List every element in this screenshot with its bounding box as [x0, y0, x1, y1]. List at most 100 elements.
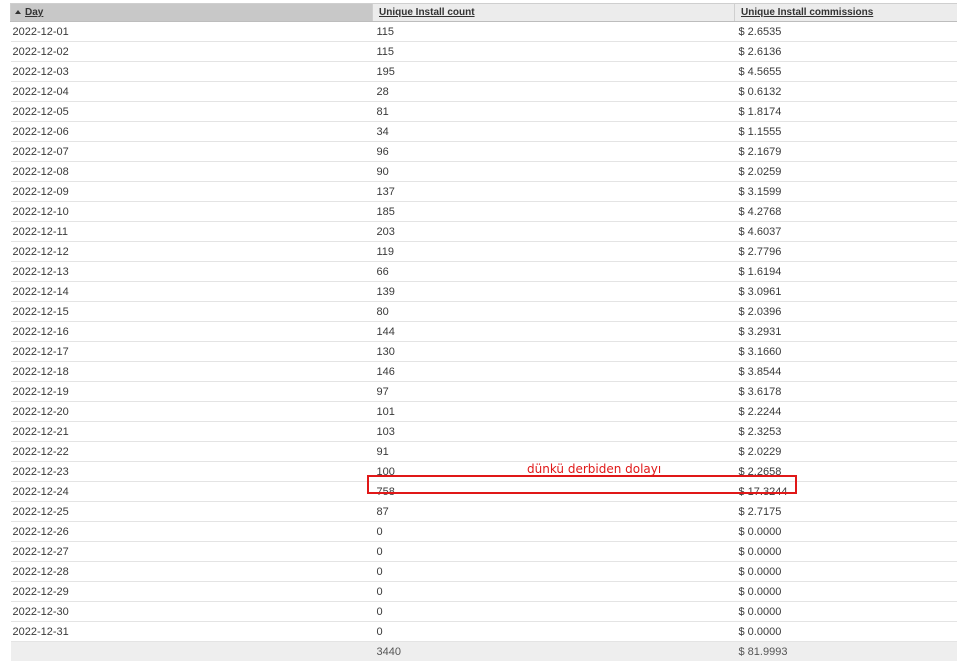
day-cell: 2022-12-27: [11, 542, 373, 562]
column-header-commissions[interactable]: Unique Install commissions: [735, 4, 957, 22]
commission-cell: $ 3.8544: [735, 362, 957, 382]
commission-cell: $ 3.6178: [735, 382, 957, 402]
sort-ascending-icon: [15, 10, 21, 14]
table-row: 2022-12-0428$ 0.6132: [11, 82, 957, 102]
day-cell: 2022-12-10: [11, 202, 373, 222]
table-footer: 3440 $ 81.9993: [11, 642, 957, 661]
commission-cell: $ 3.1599: [735, 182, 957, 202]
table-row: 2022-12-1997$ 3.6178: [11, 382, 957, 402]
commission-cell: $ 2.2658: [735, 462, 957, 482]
commission-cell: $ 4.6037: [735, 222, 957, 242]
day-cell: 2022-12-08: [11, 162, 373, 182]
table-header: Day Unique Install count Unique Install …: [11, 4, 957, 22]
count-cell: 758: [373, 482, 735, 502]
table-row: 2022-12-270$ 0.0000: [11, 542, 957, 562]
count-cell: 101: [373, 402, 735, 422]
table-row: 2022-12-0581$ 1.8174: [11, 102, 957, 122]
column-header-count[interactable]: Unique Install count: [373, 4, 735, 22]
table-row: 2022-12-24758$ 17.3244: [11, 482, 957, 502]
day-cell: 2022-12-06: [11, 122, 373, 142]
count-cell: 91: [373, 442, 735, 462]
install-table: Day Unique Install count Unique Install …: [10, 3, 957, 661]
count-cell: 87: [373, 502, 735, 522]
commission-cell: $ 0.6132: [735, 82, 957, 102]
count-cell: 66: [373, 262, 735, 282]
table-row: 2022-12-1366$ 1.6194: [11, 262, 957, 282]
table-row: 2022-12-1580$ 2.0396: [11, 302, 957, 322]
day-cell: 2022-12-09: [11, 182, 373, 202]
table-row: 2022-12-01115$ 2.6535: [11, 22, 957, 42]
commission-cell: $ 2.7175: [735, 502, 957, 522]
commission-cell: $ 0.0000: [735, 542, 957, 562]
commission-cell: $ 3.2931: [735, 322, 957, 342]
day-cell: 2022-12-02: [11, 42, 373, 62]
day-cell: 2022-12-28: [11, 562, 373, 582]
count-cell: 130: [373, 342, 735, 362]
table-row: 2022-12-280$ 0.0000: [11, 562, 957, 582]
count-cell: 119: [373, 242, 735, 262]
commission-cell: $ 2.3253: [735, 422, 957, 442]
day-cell: 2022-12-05: [11, 102, 373, 122]
commission-cell: $ 2.0229: [735, 442, 957, 462]
count-cell: 80: [373, 302, 735, 322]
day-cell: 2022-12-20: [11, 402, 373, 422]
count-cell: 97: [373, 382, 735, 402]
table-row: 2022-12-310$ 0.0000: [11, 622, 957, 642]
count-cell: 0: [373, 622, 735, 642]
table-row: 2022-12-20101$ 2.2244: [11, 402, 957, 422]
commission-cell: $ 3.0961: [735, 282, 957, 302]
day-cell: 2022-12-12: [11, 242, 373, 262]
commission-cell: $ 2.6535: [735, 22, 957, 42]
day-cell: 2022-12-30: [11, 602, 373, 622]
count-cell: 146: [373, 362, 735, 382]
count-cell: 81: [373, 102, 735, 122]
day-cell: 2022-12-21: [11, 422, 373, 442]
table-row: 2022-12-2587$ 2.7175: [11, 502, 957, 522]
table-row: 2022-12-23100$ 2.2658: [11, 462, 957, 482]
day-cell: 2022-12-24: [11, 482, 373, 502]
count-cell: 0: [373, 582, 735, 602]
count-cell: 0: [373, 562, 735, 582]
commission-cell: $ 2.6136: [735, 42, 957, 62]
day-cell: 2022-12-04: [11, 82, 373, 102]
column-header-day[interactable]: Day: [11, 4, 373, 22]
commission-cell: $ 4.2768: [735, 202, 957, 222]
day-cell: 2022-12-23: [11, 462, 373, 482]
commission-cell: $ 1.6194: [735, 262, 957, 282]
table-row: 2022-12-290$ 0.0000: [11, 582, 957, 602]
commission-cell: $ 0.0000: [735, 622, 957, 642]
annotation-note: dünkü derbiden dolayı: [527, 462, 661, 476]
commission-cell: $ 2.2244: [735, 402, 957, 422]
table-row: 2022-12-17130$ 3.1660: [11, 342, 957, 362]
commission-cell: $ 3.1660: [735, 342, 957, 362]
count-cell: 195: [373, 62, 735, 82]
day-cell: 2022-12-25: [11, 502, 373, 522]
day-cell: 2022-12-18: [11, 362, 373, 382]
sort-link-day[interactable]: Day: [25, 7, 43, 18]
table-row: 2022-12-02115$ 2.6136: [11, 42, 957, 62]
table-row: 2022-12-03195$ 4.5655: [11, 62, 957, 82]
count-cell: 28: [373, 82, 735, 102]
day-cell: 2022-12-19: [11, 382, 373, 402]
day-cell: 2022-12-16: [11, 322, 373, 342]
count-cell: 90: [373, 162, 735, 182]
sort-link-commissions[interactable]: Unique Install commissions: [741, 7, 873, 18]
count-cell: 185: [373, 202, 735, 222]
count-cell: 144: [373, 322, 735, 342]
table-row: 2022-12-11203$ 4.6037: [11, 222, 957, 242]
day-cell: 2022-12-01: [11, 22, 373, 42]
count-cell: 115: [373, 42, 735, 62]
table-row: 2022-12-12119$ 2.7796: [11, 242, 957, 262]
count-cell: 139: [373, 282, 735, 302]
day-cell: 2022-12-03: [11, 62, 373, 82]
commission-cell: $ 17.3244: [735, 482, 957, 502]
table-row: 2022-12-21103$ 2.3253: [11, 422, 957, 442]
install-report: Day Unique Install count Unique Install …: [10, 3, 957, 661]
table-row: 2022-12-10185$ 4.2768: [11, 202, 957, 222]
count-cell: 115: [373, 22, 735, 42]
sort-link-count[interactable]: Unique Install count: [379, 7, 475, 18]
commission-cell: $ 0.0000: [735, 522, 957, 542]
count-cell: 34: [373, 122, 735, 142]
total-count: 3440: [373, 642, 735, 661]
count-cell: 137: [373, 182, 735, 202]
